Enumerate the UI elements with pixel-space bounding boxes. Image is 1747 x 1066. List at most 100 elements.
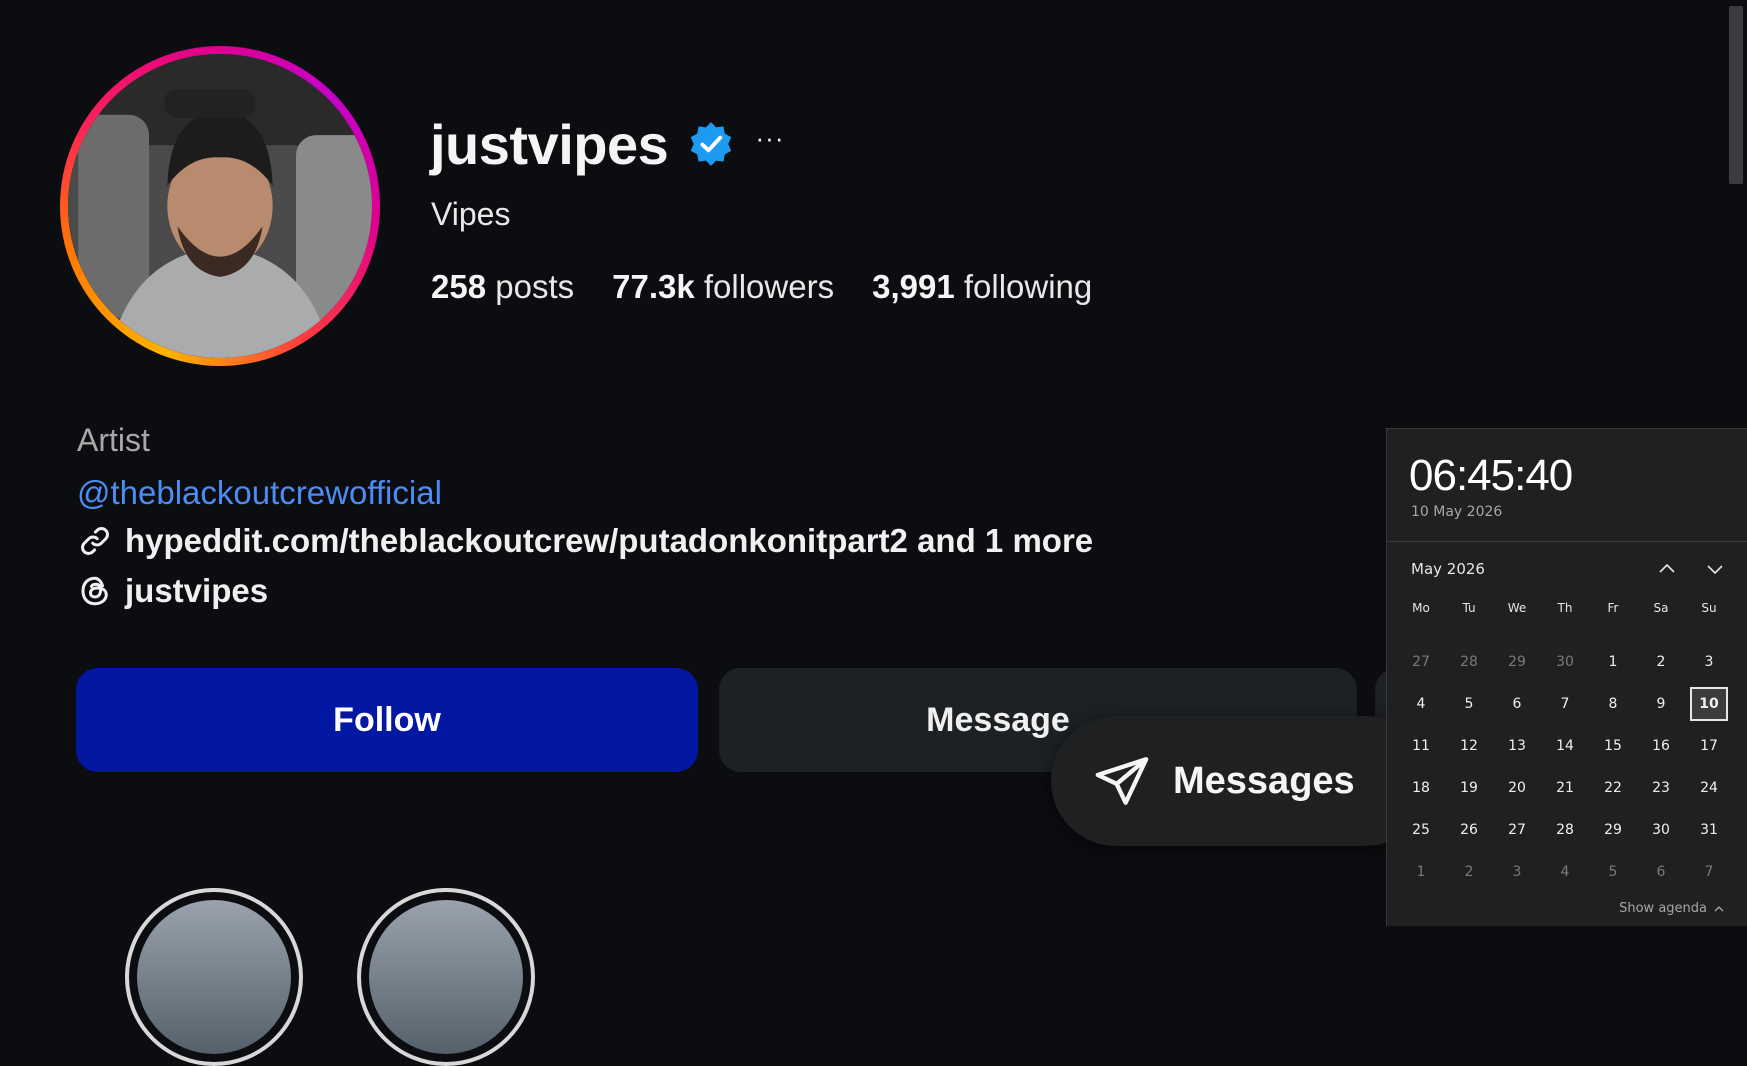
calendar-day-number: 6 — [1656, 864, 1666, 880]
link-icon — [81, 527, 109, 555]
calendar-day[interactable]: 2 — [1637, 641, 1685, 683]
show-agenda-button[interactable]: Show agenda — [1619, 901, 1725, 916]
calendar-day[interactable]: 23 — [1637, 767, 1685, 809]
flyout-date[interactable]: 10 May 2026 — [1411, 504, 1502, 520]
calendar-day[interactable]: 26 — [1445, 809, 1493, 851]
calendar-day-number: 14 — [1556, 738, 1574, 754]
calendar-day[interactable]: 30 — [1541, 641, 1589, 683]
stat-posts: 258 posts — [431, 268, 574, 306]
calendar-day-number: 7 — [1704, 864, 1714, 880]
calendar-day[interactable]: 19 — [1445, 767, 1493, 809]
calendar-day[interactable]: 28 — [1541, 809, 1589, 851]
calendar-day[interactable]: 16 — [1637, 725, 1685, 767]
calendar-day[interactable]: 5 — [1445, 683, 1493, 725]
calendar-day[interactable]: 12 — [1445, 725, 1493, 767]
message-button-label: Message — [926, 700, 1070, 739]
stat-following-value: 3,991 — [872, 268, 955, 305]
calendar-day-number: 29 — [1508, 654, 1526, 670]
follow-button[interactable]: Follow — [76, 668, 698, 772]
bio-external-link[interactable]: hypeddit.com/theblackoutcrew/putadonkoni… — [77, 522, 1093, 560]
calendar-day[interactable]: 4 — [1541, 851, 1589, 893]
calendar-day-number: 30 — [1556, 654, 1574, 670]
next-month-button[interactable] — [1697, 553, 1733, 585]
calendar-day[interactable]: 29 — [1589, 809, 1637, 851]
flyout-divider — [1387, 541, 1747, 542]
calendar-day[interactable]: 4 — [1397, 683, 1445, 725]
calendar-day[interactable]: 31 — [1685, 809, 1733, 851]
profile-username: justvipes — [430, 113, 669, 176]
calendar-day[interactable]: 9 — [1637, 683, 1685, 725]
calendar-day[interactable]: 13 — [1493, 725, 1541, 767]
stat-following[interactable]: 3,991 following — [872, 268, 1092, 306]
calendar-day[interactable]: 14 — [1541, 725, 1589, 767]
calendar-day[interactable]: 30 — [1637, 809, 1685, 851]
calendar-day-number: 4 — [1416, 696, 1426, 712]
calendar-day-number: 25 — [1412, 822, 1430, 838]
highlight-item[interactable] — [357, 888, 535, 1066]
calendar-day[interactable]: 1 — [1589, 641, 1637, 683]
bio-link-text: hypeddit.com/theblackoutcrew/putadonkoni… — [125, 522, 1094, 559]
profile-display-name: Vipes — [431, 196, 511, 232]
threads-handle: justvipes — [125, 572, 269, 609]
calendar-weekday-header: Fr — [1607, 601, 1619, 615]
calendar-day[interactable]: 17 — [1685, 725, 1733, 767]
calendar-day-number: 10 — [1699, 696, 1719, 712]
calendar-day[interactable]: 6 — [1637, 851, 1685, 893]
calendar-day-number: 1 — [1608, 654, 1618, 670]
calendar-day-number: 16 — [1652, 738, 1670, 754]
calendar-day[interactable]: 28 — [1445, 641, 1493, 683]
calendar-day-number: 2 — [1656, 654, 1666, 670]
more-options-button[interactable]: ··· — [752, 125, 788, 156]
calendar-day-number: 8 — [1608, 696, 1618, 712]
clock-calendar-flyout: 06:45:40 10 May 2026 May 2026 Mo Tu We Th Fr… — [1386, 428, 1747, 926]
calendar-day[interactable]: 22 — [1589, 767, 1637, 809]
calendar-day[interactable]: 27 — [1397, 641, 1445, 683]
calendar-day[interactable]: 7 — [1685, 851, 1733, 893]
highlight-item[interactable] — [125, 888, 303, 1066]
messages-floating-button[interactable]: Messages — [1051, 716, 1431, 846]
calendar-day[interactable]: 3 — [1685, 641, 1733, 683]
calendar-day-today[interactable]: 10 — [1685, 683, 1733, 725]
calendar-day-number: 20 — [1508, 780, 1526, 796]
calendar-day[interactable]: 24 — [1685, 767, 1733, 809]
calendar-day[interactable]: 11 — [1397, 725, 1445, 767]
calendar-day[interactable]: 21 — [1541, 767, 1589, 809]
calendar-day-number: 28 — [1556, 822, 1574, 838]
calendar-day-number: 13 — [1508, 738, 1526, 754]
calendar-day-number: 15 — [1604, 738, 1622, 754]
stat-followers[interactable]: 77.3k followers — [612, 268, 834, 306]
calendar-day[interactable]: 18 — [1397, 767, 1445, 809]
calendar-day[interactable]: 7 — [1541, 683, 1589, 725]
threads-link[interactable]: justvipes — [77, 572, 268, 610]
calendar-day[interactable]: 2 — [1445, 851, 1493, 893]
stat-following-label: following — [963, 268, 1093, 305]
calendar-day-number: 26 — [1460, 822, 1478, 838]
calendar-day[interactable]: 1 — [1397, 851, 1445, 893]
calendar-day-number: 19 — [1460, 780, 1478, 796]
calendar-day[interactable]: 25 — [1397, 809, 1445, 851]
show-agenda-label: Show agenda — [1619, 901, 1707, 916]
calendar-weekday-header: Su — [1701, 601, 1717, 615]
profile-category: Artist — [77, 422, 150, 458]
bio-mention-link[interactable]: @theblackoutcrewofficial — [77, 474, 442, 512]
calendar-weekday-header: Mo — [1412, 601, 1430, 615]
calendar-day[interactable]: 20 — [1493, 767, 1541, 809]
calendar-day[interactable]: 6 — [1493, 683, 1541, 725]
calendar-day[interactable]: 3 — [1493, 851, 1541, 893]
scrollbar-thumb[interactable] — [1729, 6, 1743, 184]
stat-posts-value: 258 — [431, 268, 487, 305]
threads-icon — [81, 576, 108, 606]
calendar-month-title[interactable]: May 2026 — [1411, 560, 1485, 578]
calendar-day-number: 2 — [1464, 864, 1474, 880]
previous-month-button[interactable] — [1649, 553, 1685, 585]
calendar-day[interactable]: 8 — [1589, 683, 1637, 725]
calendar-day-number: 27 — [1508, 822, 1526, 838]
profile-avatar[interactable] — [60, 46, 380, 366]
calendar-day[interactable]: 29 — [1493, 641, 1541, 683]
calendar-day[interactable]: 27 — [1493, 809, 1541, 851]
flyout-time: 06:45:40 — [1409, 451, 1573, 500]
highlight-thumbnail — [137, 900, 291, 1054]
calendar-day[interactable]: 15 — [1589, 725, 1637, 767]
calendar-day-number: 29 — [1604, 822, 1622, 838]
calendar-day[interactable]: 5 — [1589, 851, 1637, 893]
